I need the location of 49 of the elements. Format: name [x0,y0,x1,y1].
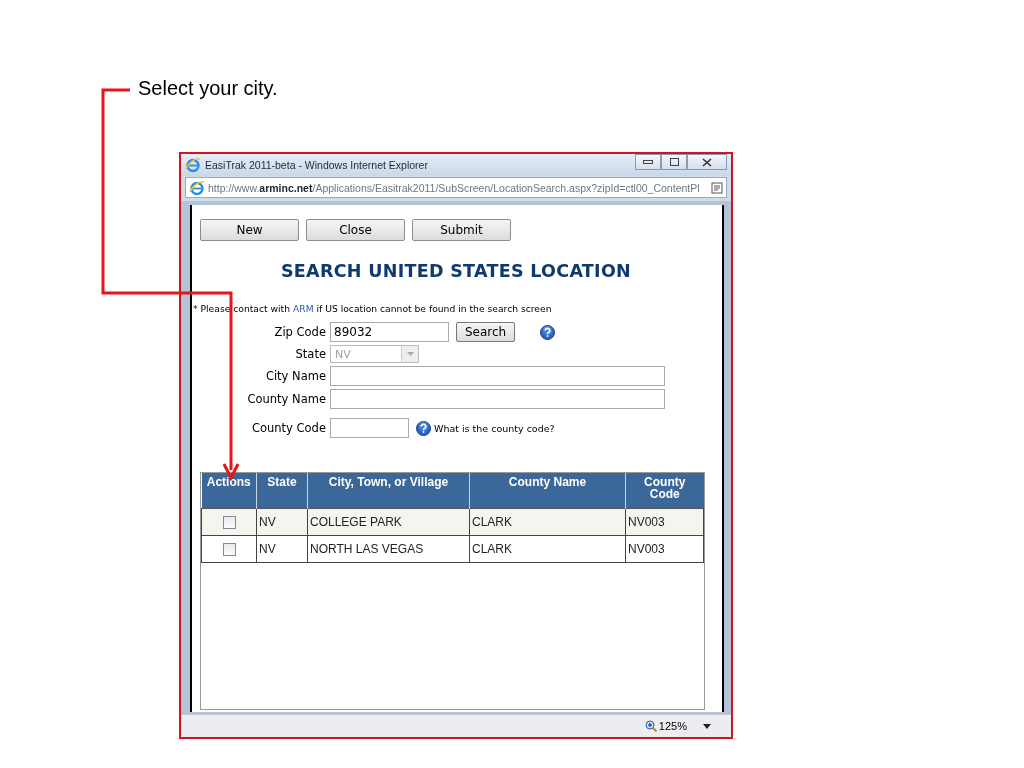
zoom-icon [644,720,657,732]
table-cell: NV003 [625,535,704,563]
contact-link[interactable]: ARM [292,303,314,314]
toolbar-button[interactable]: New [200,219,299,241]
row-checkbox[interactable] [222,516,236,530]
zip-code-field[interactable]: 89032 [330,322,449,342]
table-cell: NORTH LAS VEGAS [307,535,470,563]
table-cell: CLARK [469,508,626,536]
help-icon[interactable] [416,420,431,436]
page-heading: SEARCH UNITED STATES LOCATION [279,261,633,281]
table-cell: NV [256,508,308,536]
field-label: State [295,347,326,361]
address-bar[interactable]: http://www.arminc.net/Applications/Easitrak2011/SubScreen/LocationSearch.aspx?zipId=ctl00_ContentPl [185,177,727,198]
dropdown-arrow-icon[interactable] [703,723,711,729]
table-cell: CLARK [469,535,626,563]
url-text: http://www.arminc.net/Applications/Easitrak2011/SubScreen/LocationSearch.aspx?zipId=ctl00_ContentPl [208,181,701,194]
close-button[interactable] [687,154,727,170]
window-title: EasiTrak 2011-beta - Windows Internet Explorer [205,159,429,171]
column-header: County Name [469,473,626,509]
callout-text: Select your city. [138,77,278,100]
table-cell: COLLEGE PARK [307,508,470,536]
help-icon[interactable] [540,324,555,340]
maximize-button[interactable] [661,154,687,170]
zoom-level-button[interactable]: 125% [644,720,687,732]
county-name-field[interactable] [330,389,665,409]
browser-logo-icon [185,157,201,173]
minimize-icon [643,160,653,164]
column-header: County Code [625,473,704,509]
table-cell: NV003 [625,508,704,536]
city-name-field[interactable] [330,366,665,386]
field-label: Zip Code [274,325,326,339]
toolbar-button[interactable]: Submit [412,219,511,241]
page-icon [189,179,205,196]
county-code-field[interactable] [330,418,409,438]
search-button[interactable]: Search [456,322,515,342]
close-icon [702,157,712,167]
field-label: County Name [247,392,326,406]
toolbar-button[interactable]: Close [306,219,405,241]
help-text: What is the county code? [434,422,555,434]
contact-note: * Please contact with ARM if US location cannot be found in the search screen [193,303,553,314]
minimize-button[interactable] [635,154,661,170]
field-label: City Name [265,369,326,383]
maximize-icon [669,158,679,166]
column-header: State [256,473,308,509]
row-checkbox[interactable] [222,543,236,557]
caret-icon [406,352,414,356]
column-header: Actions [201,473,257,509]
column-header: City, Town, or Village [307,473,470,509]
field-label: County Code [251,421,326,435]
